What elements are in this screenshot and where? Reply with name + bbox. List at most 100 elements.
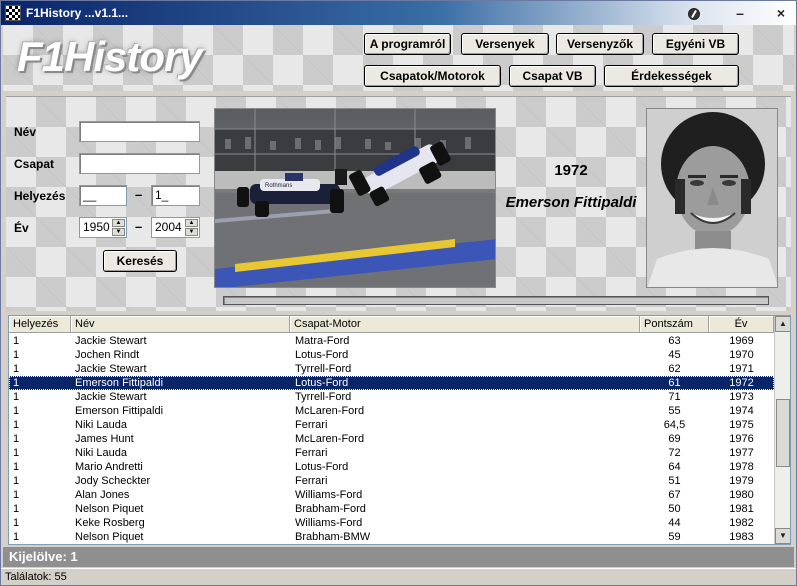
table-row[interactable]: 1 Keke Rosberg Williams-Ford 44 1982	[9, 516, 774, 530]
cell-points: 63	[668, 335, 681, 347]
table-row[interactable]: 1 Emerson Fittipaldi McLaren-Ford 55 1974	[9, 404, 774, 418]
cell-position: 1	[13, 377, 20, 389]
results-status-bar: Találatok: 55	[1, 568, 796, 585]
app-logo: F1History	[17, 33, 203, 80]
help-button[interactable]	[684, 4, 704, 22]
year-from-stepper[interactable]: 1950 ▲ ▼	[79, 217, 127, 238]
table-row[interactable]: 1 Niki Lauda Ferrari 72 1977	[9, 446, 774, 460]
cell-name: Jackie Stewart	[75, 391, 147, 403]
cell-name: Nelson Piquet	[75, 503, 144, 515]
table-row[interactable]: 1 Nelson Piquet Brabham-BMW 59 1983	[9, 530, 774, 544]
table-row[interactable]: 1 Nelson Piquet Brabham-Ford 50 1981	[9, 502, 774, 516]
year-range-separator: –	[135, 219, 143, 234]
cell-team-engine: Williams-Ford	[295, 517, 363, 529]
column-header-year[interactable]: Év	[709, 316, 774, 333]
cell-position: 1	[13, 447, 20, 459]
name-input[interactable]	[79, 121, 200, 142]
cell-year: 1979	[729, 475, 754, 487]
scroll-down-icon[interactable]: ▼	[775, 528, 790, 544]
scrollbar-thumb[interactable]	[776, 399, 790, 467]
constructors-championship-button[interactable]: Csapat VB	[509, 65, 596, 87]
selected-year: 1972	[554, 162, 588, 179]
cell-year: 1974	[729, 405, 754, 417]
cell-points: 62	[668, 363, 681, 375]
cell-points: 45	[668, 349, 681, 361]
table-row[interactable]: 1 Jackie Stewart Tyrrell-Ford 71 1973	[9, 390, 774, 404]
header: F1History A programról Versenyek Verseny…	[3, 25, 794, 91]
down-arrow-icon[interactable]: ▼	[185, 228, 198, 236]
scroll-up-icon[interactable]: ▲	[775, 316, 790, 332]
cell-team-engine: Tyrrell-Ford	[295, 391, 352, 403]
close-button[interactable]: ×	[771, 4, 791, 22]
cell-team-engine: Lotus-Ford	[295, 461, 349, 473]
cell-name: Jackie Stewart	[75, 335, 147, 347]
cell-team-engine: Tyrrell-Ford	[295, 363, 352, 375]
table-row[interactable]: 1 Jochen Rindt Lotus-Ford 45 1970	[9, 348, 774, 362]
drivers-button[interactable]: Versenyzők	[556, 33, 644, 55]
up-arrow-icon[interactable]: ▲	[112, 219, 125, 227]
column-header-points[interactable]: Pontszám	[640, 316, 709, 333]
cell-name: Mario Andretti	[75, 461, 143, 473]
cell-year: 1977	[729, 447, 754, 459]
cell-team-engine: Matra-Ford	[295, 335, 350, 347]
table-row[interactable]: 1 Jody Scheckter Ferrari 51 1979	[9, 474, 774, 488]
table-row[interactable]: 1 Jackie Stewart Tyrrell-Ford 62 1971	[9, 362, 774, 376]
progress-bar	[223, 296, 769, 305]
year-to-stepper[interactable]: 2004 ▲ ▼	[151, 217, 200, 238]
cell-points: 72	[668, 447, 681, 459]
cell-name: Jochen Rindt	[75, 349, 140, 361]
selected-driver-name: Emerson Fittipaldi	[505, 194, 637, 211]
table-row[interactable]: 1 Alan Jones Williams-Ford 67 1980	[9, 488, 774, 502]
teams-engines-button[interactable]: Csapatok/Motorok	[364, 65, 501, 87]
list-rows: 1 Jackie Stewart Matra-Ford 63 1969 1 Jochen R…	[9, 334, 774, 544]
selection-count: Kijelölve: 1	[9, 549, 78, 564]
about-button[interactable]: A programról	[364, 33, 451, 55]
races-button[interactable]: Versenyek	[461, 33, 549, 55]
table-row[interactable]: 1 Jackie Stewart Matra-Ford 63 1969	[9, 334, 774, 348]
svg-text:Rothmans: Rothmans	[265, 183, 292, 189]
cell-name: James Hunt	[75, 433, 134, 445]
cell-team-engine: Ferrari	[295, 419, 328, 431]
cell-position: 1	[13, 489, 20, 501]
year-to-spin-arrows[interactable]: ▲ ▼	[185, 219, 198, 236]
cell-position: 1	[13, 531, 20, 543]
position-from-input[interactable]: __	[79, 185, 127, 206]
table-row[interactable]: 1 Mario Andretti Lotus-Ford 64 1978	[9, 460, 774, 474]
cell-points: 44	[668, 517, 681, 529]
cell-position: 1	[13, 419, 20, 431]
position-range-separator: –	[135, 187, 143, 202]
checkered-flag-icon[interactable]	[5, 5, 21, 21]
cell-position: 1	[13, 475, 20, 487]
help-icon	[688, 8, 700, 20]
cell-team-engine: Ferrari	[295, 447, 328, 459]
cell-team-engine: McLaren-Ford	[295, 405, 365, 417]
drivers-championship-button[interactable]: Egyéni VB	[652, 33, 739, 55]
up-arrow-icon[interactable]: ▲	[185, 219, 198, 227]
column-header-team-engine[interactable]: Csapat-Motor	[290, 316, 640, 333]
driver-portrait-image	[647, 109, 777, 287]
year-from-value: 1950	[83, 220, 110, 234]
position-to-input[interactable]: 1_	[151, 185, 200, 206]
search-button[interactable]: Keresés	[103, 250, 177, 272]
column-header-position[interactable]: Helyezés	[9, 316, 71, 333]
team-label: Csapat	[14, 157, 55, 171]
cell-name: Alan Jones	[75, 489, 130, 501]
cell-name: Keke Rosberg	[75, 517, 145, 529]
table-row[interactable]: 1 Niki Lauda Ferrari 64,5 1975	[9, 418, 774, 432]
column-header-name[interactable]: Név	[71, 316, 290, 333]
year-from-spin-arrows[interactable]: ▲ ▼	[112, 219, 125, 236]
minimize-button[interactable]: –	[730, 4, 750, 22]
vertical-scrollbar[interactable]: ▲ ▼	[774, 316, 790, 544]
table-row[interactable]: 1 Emerson Fittipaldi Lotus-Ford 61 1972	[9, 376, 774, 390]
year-to-value: 2004	[155, 220, 182, 234]
trivia-button[interactable]: Érdekességek	[604, 65, 739, 87]
cell-team-engine: Lotus-Ford	[295, 349, 349, 361]
table-row[interactable]: 1 James Hunt McLaren-Ford 69 1976	[9, 432, 774, 446]
results-list[interactable]: Helyezés Név Csapat-Motor Pontszám Év 1 J…	[8, 315, 791, 545]
down-arrow-icon[interactable]: ▼	[112, 228, 125, 236]
year-label: Év	[14, 221, 29, 235]
cell-year: 1980	[729, 489, 754, 501]
position-label: Helyezés	[14, 189, 66, 203]
cell-year: 1973	[729, 391, 754, 403]
team-input[interactable]	[79, 153, 200, 174]
